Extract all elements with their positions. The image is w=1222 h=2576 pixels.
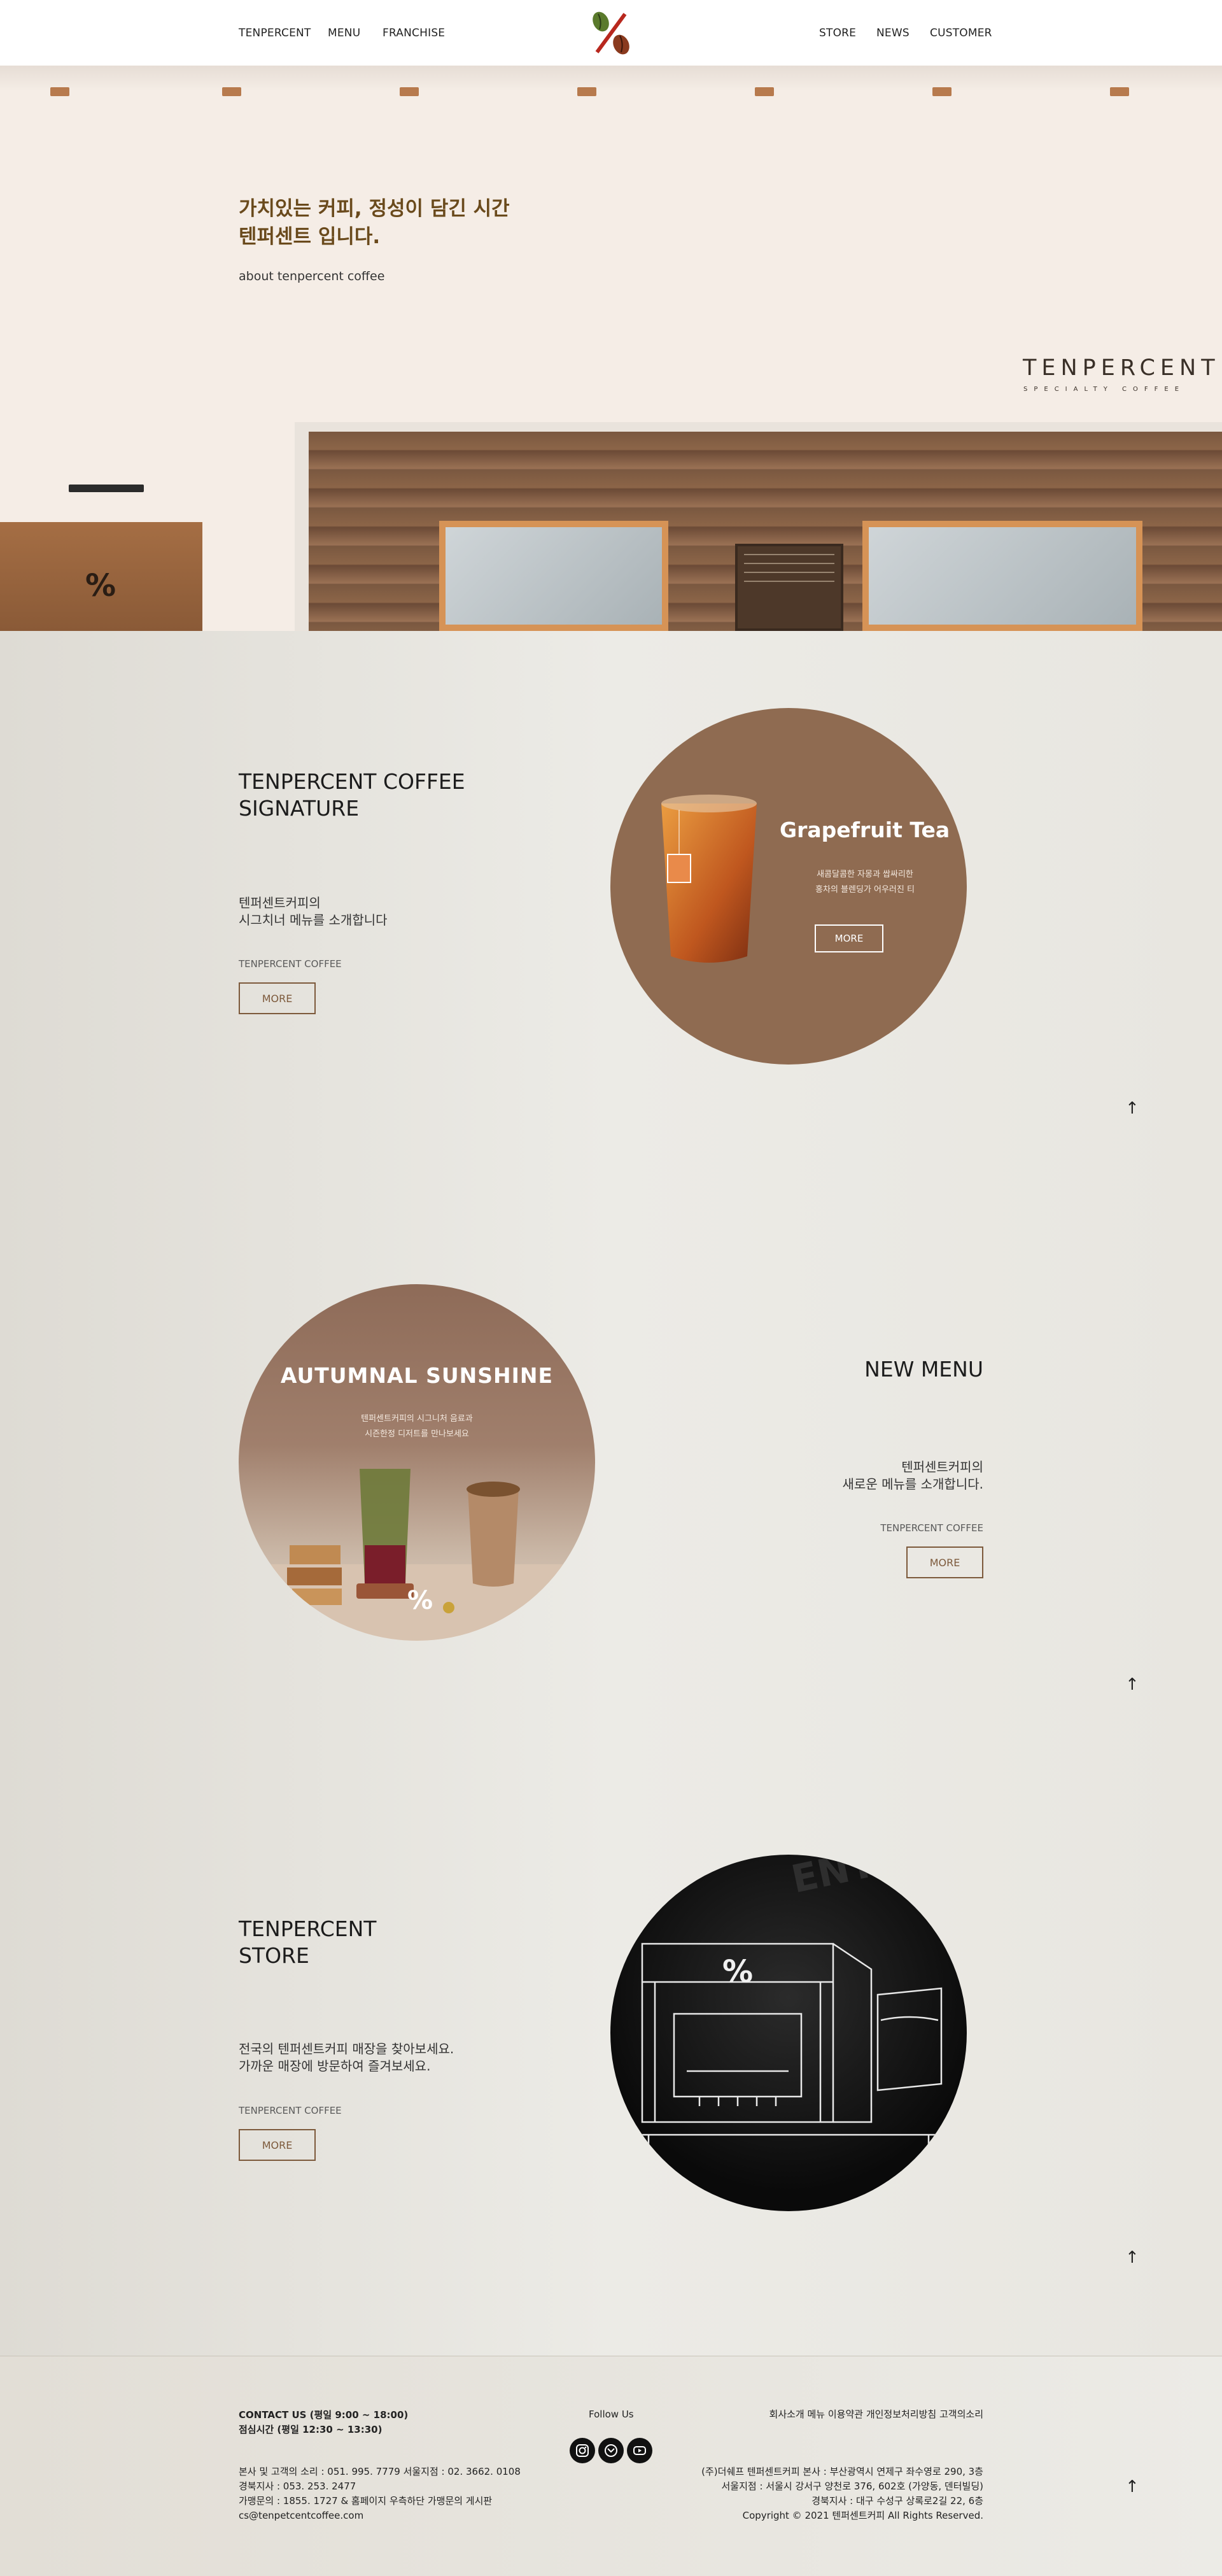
autumnal-drinks-image: % <box>239 1469 595 1641</box>
contact-info: 본사 및 고객의 소리 : 051. 995. 7779 서울지점 : 02. … <box>239 2465 521 2523</box>
store-more-button[interactable]: MORE <box>239 2129 316 2161</box>
svg-text:%: % <box>407 1586 433 1615</box>
address-line: 경북지사 : 대구 수성구 상록로2길 22, 6층 <box>811 2495 983 2507</box>
storefront-image <box>295 422 1222 631</box>
company-address: (주)더쉐프 텐퍼센트커피 본사 : 부산광역시 연제구 좌수영로 290, 3… <box>636 2465 983 2523</box>
store-desc-line: 가까운 매장에 방문하여 즐겨보세요. <box>239 2058 431 2074</box>
store-desc-line: 전국의 텐퍼센트커피 매장을 찾아보세요. <box>239 2041 454 2056</box>
youtube-button[interactable] <box>627 2438 652 2463</box>
scroll-top-icon[interactable]: ↑ <box>1125 1099 1139 1118</box>
nav-menu[interactable]: MENU <box>328 27 360 39</box>
nav-store[interactable]: STORE <box>819 27 856 39</box>
ceiling-beam <box>1110 87 1129 96</box>
hero-headline: 가치있는 커피, 정성이 담긴 시간 텐퍼센트 입니다. <box>239 195 510 251</box>
contact-info-line: 가맹문의 : 1855. 1727 & 홈페이지 우측하단 가맹문의 게시판 <box>239 2495 493 2507</box>
hero-headline-line: 텐퍼센트 입니다. <box>239 225 381 248</box>
signature-title: TENPERCENT COFFEE SIGNATURE <box>239 768 465 822</box>
hero-headline-line: 가치있는 커피, 정성이 담긴 시간 <box>239 197 510 220</box>
store-circle[interactable]: % ENT <box>610 1855 967 2211</box>
contact-line: CONTACT US (평일 9:00 ~ 18:00) <box>239 2409 409 2421</box>
store-window <box>439 521 668 631</box>
copyright: Copyright © 2021 텐퍼센트커피 All Rights Reser… <box>742 2510 983 2521</box>
signature-more-button[interactable]: MORE <box>239 982 316 1014</box>
new-menu-label: TENPERCENT COFFEE <box>880 1522 983 1534</box>
contact-hours: CONTACT US (평일 9:00 ~ 18:00) 점심시간 (평일 12… <box>239 2408 408 2437</box>
store-sketch-image: % ENT <box>623 1855 954 2154</box>
new-menu-more-button[interactable]: MORE <box>906 1546 983 1578</box>
address-line: (주)더쉐프 텐퍼센트커피 본사 : 부산광역시 연제구 좌수영로 290, 3… <box>701 2466 983 2477</box>
hero-section: 가치있는 커피, 정성이 담긴 시간 텐퍼센트 입니다. about tenpe… <box>0 66 1222 631</box>
grapefruit-tea-image <box>661 795 757 963</box>
grapefruit-tea-title: Grapefruit Tea <box>780 817 950 842</box>
instagram-button[interactable] <box>570 2438 595 2463</box>
signature-label: TENPERCENT COFFEE <box>239 958 342 970</box>
nav-customer[interactable]: CUSTOMER <box>930 27 992 39</box>
signature-title-line: TENPERCENT COFFEE <box>239 769 465 794</box>
blog-icon <box>605 2444 617 2457</box>
blog-button[interactable] <box>598 2438 624 2463</box>
new-menu-description: 텐퍼센트커피의 새로운 메뉴를 소개합니다. <box>700 1459 983 1493</box>
ceiling-beam <box>50 87 69 96</box>
footer-links[interactable]: 회사소개 메뉴 이용약관 개인정보처리방침 고객의소리 <box>700 2407 983 2422</box>
store-title-line: TENPERCENT <box>239 1916 377 1941</box>
ceiling-beam <box>400 87 419 96</box>
new-menu-section: AUTUMNAL SUNSHINE 텐퍼센트커피의 시그니처 음료과 시즌한정 … <box>0 1201 1222 1777</box>
new-menu-circle[interactable]: AUTUMNAL SUNSHINE 텐퍼센트커피의 시그니처 음료과 시즌한정 … <box>239 1284 595 1641</box>
ceiling-beam <box>932 87 952 96</box>
ceiling-beam <box>577 87 596 96</box>
youtube-icon <box>633 2446 646 2455</box>
nav-news[interactable]: NEWS <box>876 27 909 39</box>
menu-board <box>735 544 843 631</box>
contact-email[interactable]: cs@tenpetcentcoffee.com <box>239 2509 521 2523</box>
svg-text:%: % <box>722 1954 753 1990</box>
instagram-icon <box>576 2444 589 2457</box>
circle-text-line: 홍차의 블렌딩가 어우러진 티 <box>815 885 915 895</box>
circle-text-line: 텐퍼센트커피의 시그니처 음료과 <box>361 1414 473 1424</box>
contact-line: 점심시간 (평일 12:30 ~ 13:30) <box>239 2424 383 2435</box>
signature-desc-line: 시그치너 메뉴를 소개합니다 <box>239 912 388 928</box>
brand-sign: TENPERCENT <box>1023 355 1220 381</box>
percent-icon: % <box>85 568 116 604</box>
store-title: TENPERCENT STORE <box>239 1916 376 1969</box>
store-window <box>862 521 1142 631</box>
hero-subtitle: about tenpercent coffee <box>239 269 385 283</box>
wall-sign: % <box>0 522 202 631</box>
brand-sign-sub: SPECIALTY COFFEE <box>1023 386 1186 393</box>
follow-us-label: Follow Us <box>589 2409 634 2420</box>
store-title-line: STORE <box>239 1943 309 1968</box>
signature-circle[interactable]: Grapefruit Tea 새콤달콤한 자몽과 쌉싸리한 홍차의 블렌딩가 어… <box>610 708 967 1065</box>
nav-franchise[interactable]: FRANCHISE <box>383 27 445 39</box>
site-header: TENPERCENT MENU FRANCHISE STORE NEWS CUS… <box>0 0 1222 66</box>
ceiling-beam <box>755 87 774 96</box>
new-menu-title: NEW MENU <box>864 1357 983 1382</box>
scroll-top-icon[interactable]: ↑ <box>1125 2477 1139 2496</box>
svg-text:ENT: ENT <box>788 1855 880 1902</box>
svg-text:%: % <box>85 568 116 604</box>
circle-text-line: 새콤달콤한 자몽과 쌉싸리한 <box>817 870 913 879</box>
scroll-top-icon[interactable]: ↑ <box>1125 1675 1139 1694</box>
grapefruit-tea-text: 새콤달콤한 자몽과 쌉싸리한 홍차의 블렌딩가 어우러진 티 <box>789 867 941 898</box>
scroll-top-icon[interactable]: ↑ <box>1125 2248 1139 2267</box>
site-footer: CONTACT US (평일 9:00 ~ 18:00) 점심시간 (평일 12… <box>0 2356 1222 2576</box>
signature-desc-line: 텐퍼센트커피의 <box>239 895 321 910</box>
store-section: TENPERCENT STORE 전국의 텐퍼센트커피 매장을 찾아보세요. 가… <box>0 1777 1222 2356</box>
contact-info-line: 경북지사 : 053. 253. 2477 <box>239 2480 356 2492</box>
nav-tenpercent[interactable]: TENPERCENT <box>239 27 311 39</box>
logo-icon <box>593 11 629 55</box>
signature-section: TENPERCENT COFFEE SIGNATURE 텐퍼센트커피의 시그치너… <box>0 631 1222 1201</box>
ceiling-beam <box>222 87 241 96</box>
contact-info-line: 본사 및 고객의 소리 : 051. 995. 7779 서울지점 : 02. … <box>239 2466 521 2477</box>
signature-title-line: SIGNATURE <box>239 796 360 821</box>
grapefruit-tea-more-button[interactable]: MORE <box>815 924 883 952</box>
address-line: 서울지점 : 서울시 강서구 양천로 376, 602호 (가양동, 덴터빌딩) <box>721 2480 983 2492</box>
ceiling <box>0 66 1222 91</box>
signature-description: 텐퍼센트커피의 시그치너 메뉴를 소개합니다 <box>239 895 388 929</box>
new-menu-desc-line: 텐퍼센트커피의 <box>901 1459 983 1475</box>
autumnal-sunshine-title: AUTUMNAL SUNSHINE <box>280 1363 554 1388</box>
logo[interactable] <box>587 9 635 57</box>
store-label: TENPERCENT COFFEE <box>239 2105 342 2116</box>
wall-lamp <box>69 485 144 492</box>
store-description: 전국의 텐퍼센트커피 매장을 찾아보세요. 가까운 매장에 방문하여 즐겨보세요… <box>239 2041 454 2075</box>
new-menu-desc-line: 새로운 메뉴를 소개합니다. <box>842 1476 983 1492</box>
